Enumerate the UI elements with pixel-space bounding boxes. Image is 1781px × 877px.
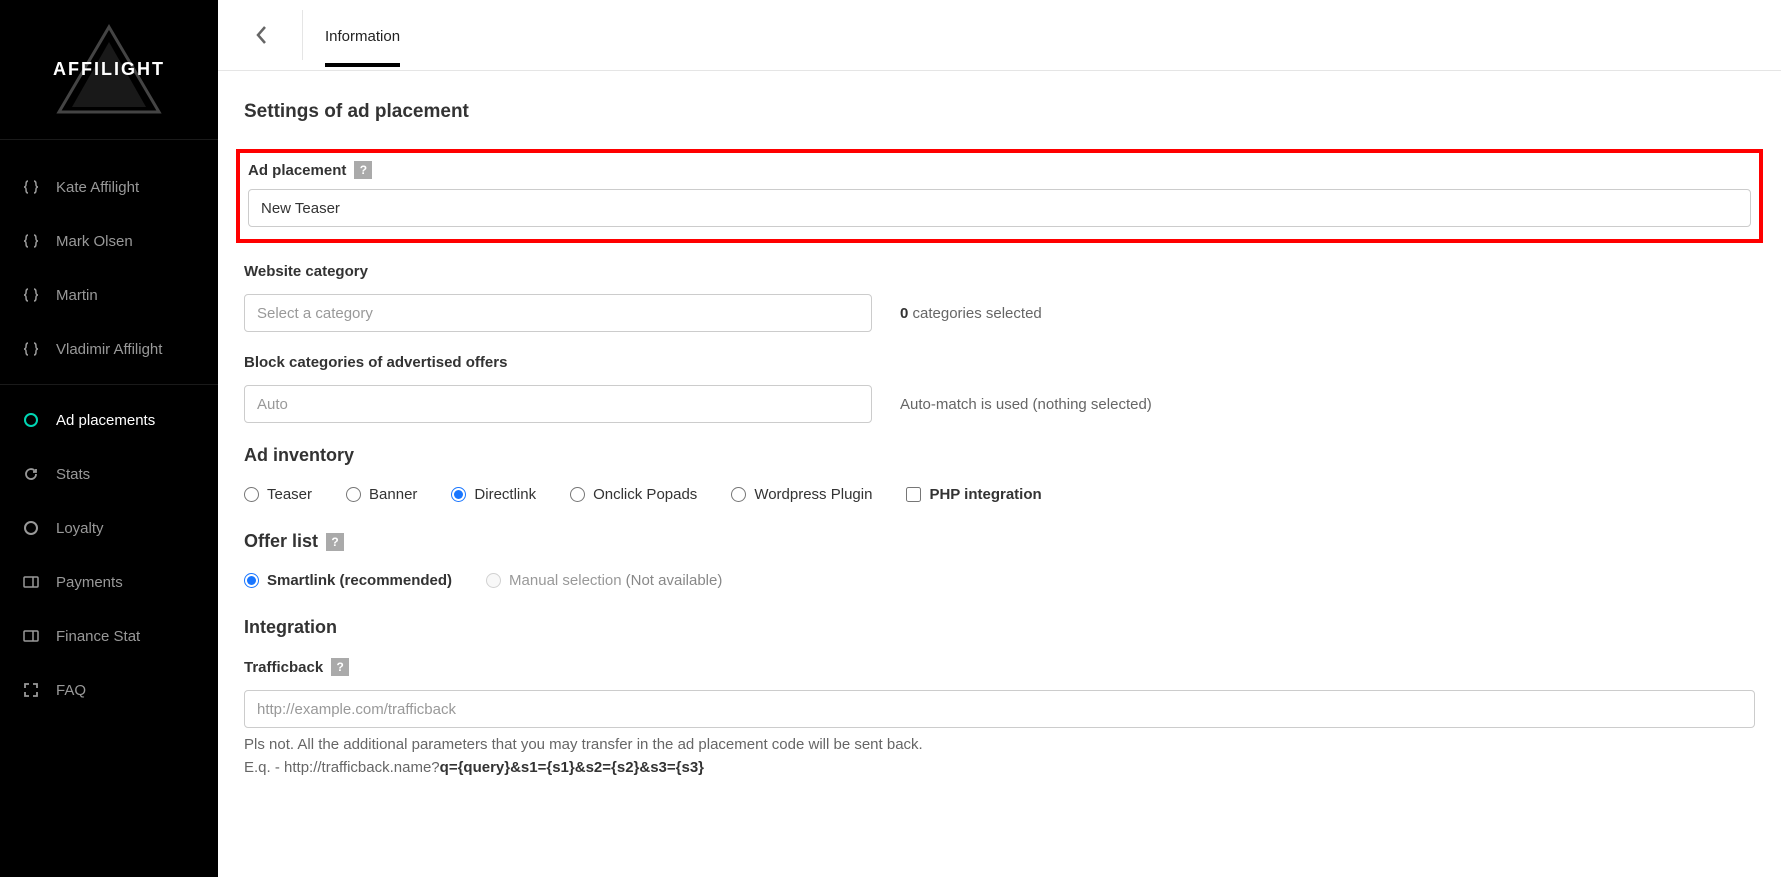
- sidebar-item-loyalty[interactable]: Loyalty: [0, 501, 218, 555]
- logo-area: AFFILIGHT: [0, 0, 218, 140]
- back-button[interactable]: [244, 17, 280, 53]
- circle-open-icon: [22, 411, 40, 429]
- label-text: Trafficback: [244, 659, 323, 676]
- sidebar-item-label: Stats: [56, 466, 90, 483]
- website-category-select[interactable]: [244, 294, 872, 332]
- sidebar-item-label: Ad placements: [56, 412, 155, 429]
- integration-title: Integration: [244, 617, 1755, 638]
- title-text: Offer list: [244, 531, 318, 552]
- braces-icon: [22, 178, 40, 196]
- radio-input[interactable]: [244, 573, 259, 588]
- radio-label: Smartlink (recommended): [267, 572, 452, 589]
- not-available-text: (Not available): [626, 572, 723, 589]
- radio-banner[interactable]: Banner: [346, 486, 417, 503]
- sidebar-item-label: Martin: [56, 287, 98, 304]
- note-line2: E.q. - http://trafficback.name?q={query}…: [244, 757, 1755, 780]
- tab-label: Information: [325, 28, 400, 45]
- sidebar-item-stats[interactable]: Stats: [0, 447, 218, 501]
- block-categories-label: Block categories of advertised offers: [244, 354, 1755, 371]
- radio-onclick[interactable]: Onclick Popads: [570, 486, 697, 503]
- chevron-left-icon: [255, 24, 269, 46]
- expand-icon: [22, 681, 40, 699]
- radio-input[interactable]: [731, 487, 746, 502]
- sidebar-item-label: Vladimir Affilight: [56, 341, 162, 358]
- ad-placement-label: Ad placement ?: [248, 161, 1751, 179]
- radio-teaser[interactable]: Teaser: [244, 486, 312, 503]
- trafficback-input[interactable]: [244, 690, 1755, 728]
- sidebar-item-payments[interactable]: Payments: [0, 555, 218, 609]
- radio-input: [486, 573, 501, 588]
- help-icon[interactable]: ?: [326, 533, 344, 551]
- logo[interactable]: AFFILIGHT: [54, 22, 164, 117]
- topbar: Information: [218, 0, 1781, 71]
- ad-inventory-options: Teaser Banner Directlink Onclick Popads …: [244, 486, 1755, 503]
- page-title: Settings of ad placement: [244, 101, 1755, 123]
- website-category-label: Website category: [244, 263, 1755, 280]
- radio-input[interactable]: [346, 487, 361, 502]
- braces-icon: [22, 232, 40, 250]
- radio-label: Wordpress Plugin: [754, 486, 872, 503]
- sidebar-item-label: Payments: [56, 574, 123, 591]
- nav: Kate Affilight Mark Olsen Martin Vladimi…: [0, 140, 218, 717]
- braces-icon: [22, 340, 40, 358]
- radio-label: Banner: [369, 486, 417, 503]
- sidebar-item-finance-stat[interactable]: Finance Stat: [0, 609, 218, 663]
- sidebar-item-label: Finance Stat: [56, 628, 140, 645]
- sidebar: AFFILIGHT Kate Affilight Mark Olsen Mart…: [0, 0, 218, 877]
- radio-label: Onclick Popads: [593, 486, 697, 503]
- radio-label: Teaser: [267, 486, 312, 503]
- circle-icon: [22, 519, 40, 537]
- note-line1: Pls not. All the additional parameters t…: [244, 734, 1755, 757]
- help-icon[interactable]: ?: [354, 161, 372, 179]
- radio-input[interactable]: [451, 487, 466, 502]
- radio-input[interactable]: [570, 487, 585, 502]
- card-icon: [22, 627, 40, 645]
- tab-information[interactable]: Information: [325, 3, 400, 67]
- ad-inventory-title: Ad inventory: [244, 445, 1755, 466]
- block-categories-select[interactable]: [244, 385, 872, 423]
- radio-label: Directlink: [474, 486, 536, 503]
- offer-list-options: Smartlink (recommended) Manual selection…: [244, 572, 1755, 589]
- trafficback-label: Trafficback ?: [244, 658, 1755, 676]
- checkbox-label: PHP integration: [929, 486, 1041, 503]
- radio-manual: Manual selection (Not available): [486, 572, 722, 589]
- checkbox-php[interactable]: PHP integration: [906, 486, 1041, 503]
- sidebar-item-martin[interactable]: Martin: [0, 268, 218, 322]
- checkbox-input[interactable]: [906, 487, 921, 502]
- sidebar-item-mark[interactable]: Mark Olsen: [0, 214, 218, 268]
- offer-list-title: Offer list ?: [244, 531, 1755, 552]
- website-category-hint: 0 categories selected: [900, 305, 1042, 322]
- sidebar-item-label: Mark Olsen: [56, 233, 133, 250]
- radio-wordpress[interactable]: Wordpress Plugin: [731, 486, 872, 503]
- main: Information Settings of ad placement Ad …: [218, 0, 1781, 877]
- trafficback-note: Pls not. All the additional parameters t…: [244, 734, 1755, 779]
- label-text: Ad placement: [248, 162, 346, 179]
- sidebar-item-ad-placements[interactable]: Ad placements: [0, 393, 218, 447]
- logo-text: AFFILIGHT: [53, 59, 165, 80]
- content: Settings of ad placement Ad placement ? …: [218, 71, 1781, 819]
- category-count-text: categories selected: [908, 305, 1041, 322]
- ad-placement-input[interactable]: [248, 189, 1751, 227]
- nav-separator: [0, 384, 218, 385]
- braces-icon: [22, 286, 40, 304]
- radio-smartlink[interactable]: Smartlink (recommended): [244, 572, 452, 589]
- radio-input[interactable]: [244, 487, 259, 502]
- note-line2-prefix: E.q. - http://trafficback.name?: [244, 759, 440, 776]
- sidebar-item-label: Loyalty: [56, 520, 104, 537]
- tab-divider: [302, 10, 303, 60]
- block-categories-hint: Auto-match is used (nothing selected): [900, 396, 1152, 413]
- sidebar-item-label: Kate Affilight: [56, 179, 139, 196]
- radio-directlink[interactable]: Directlink: [451, 486, 536, 503]
- radio-label: Manual selection: [509, 572, 622, 589]
- sidebar-item-faq[interactable]: FAQ: [0, 663, 218, 717]
- sidebar-item-vladimir[interactable]: Vladimir Affilight: [0, 322, 218, 376]
- sidebar-item-label: FAQ: [56, 682, 86, 699]
- help-icon[interactable]: ?: [331, 658, 349, 676]
- note-line2-query: q={query}&s1={s1}&s2={s2}&s3={s3}: [440, 759, 704, 776]
- refresh-icon: [22, 465, 40, 483]
- card-icon: [22, 573, 40, 591]
- ad-placement-highlight: Ad placement ?: [236, 149, 1763, 243]
- sidebar-item-kate[interactable]: Kate Affilight: [0, 160, 218, 214]
